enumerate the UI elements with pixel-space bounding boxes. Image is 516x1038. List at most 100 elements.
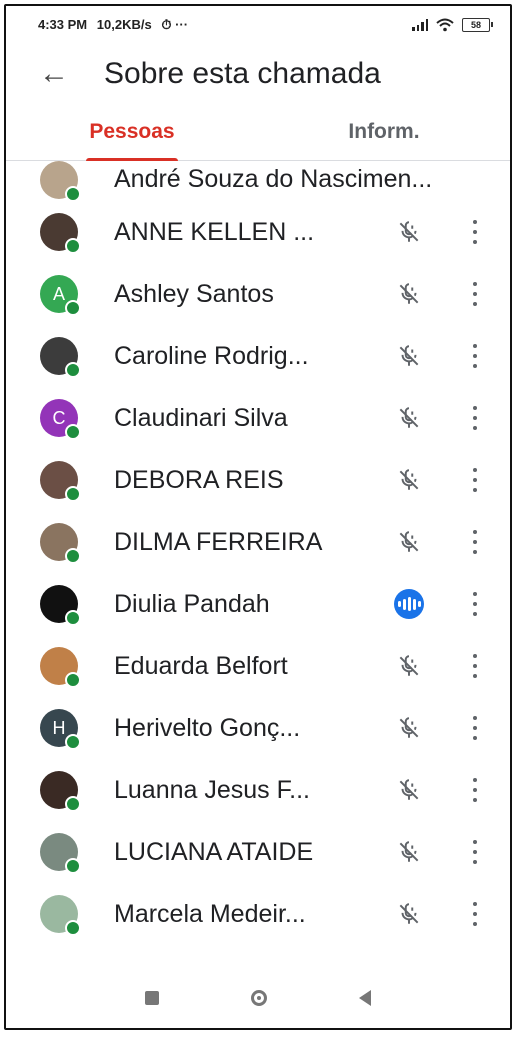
more-options-icon[interactable] [470, 282, 480, 306]
more-options-icon[interactable] [470, 592, 480, 616]
back-triangle-icon[interactable] [359, 990, 371, 1006]
participant-name: DEBORA REIS [114, 465, 284, 494]
participant-name: Luanna Jesus F... [114, 775, 310, 804]
mic-off-icon [396, 405, 422, 431]
more-options-icon[interactable] [470, 468, 480, 492]
avatar [40, 337, 81, 378]
participant-name: Eduarda Belfort [114, 651, 288, 680]
avatar [40, 161, 81, 202]
online-status-dot [65, 734, 81, 750]
mic-off-icon [396, 715, 422, 741]
more-options-icon[interactable] [470, 654, 480, 678]
online-status-dot [65, 186, 81, 202]
signal-icon [412, 19, 428, 31]
avatar-letter: A [52, 283, 65, 304]
avatar: H [40, 709, 81, 750]
participant-row[interactable]: Diulia Pandah [6, 573, 510, 635]
avatar [40, 771, 81, 812]
participant-row[interactable]: Luanna Jesus F... [6, 759, 510, 821]
recents-square-icon[interactable] [145, 991, 159, 1005]
tab-inform[interactable]: Inform. [258, 104, 510, 160]
status-speed: 10,2KB/s [96, 17, 152, 32]
participant-name: André Souza do Nascimen... [114, 165, 433, 193]
wifi-icon [436, 18, 454, 32]
more-options-icon[interactable] [470, 406, 480, 430]
app-bar: ← Sobre esta chamada [6, 44, 510, 104]
more-options-icon[interactable] [470, 530, 480, 554]
participant-name: DILMA FERREIRA [114, 527, 323, 556]
status-right: 58 [412, 18, 493, 32]
participant-row[interactable]: DEBORA REIS [6, 449, 510, 511]
mic-off-icon [396, 839, 422, 865]
participant-row[interactable]: C Claudinari Silva [6, 387, 510, 449]
page-title: Sobre esta chamada [104, 57, 381, 90]
phone-screen: 4:33 PM 10,2KB/s ⏱ ··· 58 ← Sobre esta c… [4, 4, 512, 1030]
speaking-indicator-icon [394, 589, 424, 619]
avatar: C [40, 399, 81, 440]
online-status-dot [65, 548, 81, 564]
participant-row[interactable]: H Herivelto Gonç... [6, 697, 510, 759]
status-extra: ⏱ ··· [161, 17, 189, 32]
status-left: 4:33 PM 10,2KB/s ⏱ ··· [38, 17, 194, 33]
avatar [40, 523, 81, 564]
mic-off-icon [396, 467, 422, 493]
more-options-icon[interactable] [470, 778, 480, 802]
online-status-dot [65, 796, 81, 812]
status-time: 4:33 PM [38, 17, 88, 32]
participant-name: Ashley Santos [114, 279, 274, 308]
mic-off-icon [396, 281, 422, 307]
more-options-icon[interactable] [470, 902, 480, 926]
avatar [40, 833, 81, 874]
avatar [40, 213, 81, 254]
participant-row[interactable]: Caroline Rodrig... [6, 325, 510, 387]
participant-name: Marcela Medeir... [114, 899, 306, 928]
participant-row[interactable]: A Ashley Santos [6, 263, 510, 325]
status-bar: 4:33 PM 10,2KB/s ⏱ ··· 58 [6, 6, 510, 44]
online-status-dot [65, 672, 81, 688]
avatar [40, 585, 81, 626]
participant-name: Diulia Pandah [114, 589, 270, 618]
avatar-letter: C [52, 407, 66, 428]
online-status-dot [65, 362, 81, 378]
avatar [40, 461, 81, 502]
participant-name: LUCIANA ATAIDE [114, 837, 314, 866]
mic-off-icon [396, 343, 422, 369]
online-status-dot [65, 238, 81, 254]
mic-off-icon [396, 777, 422, 803]
mic-off-icon [396, 901, 422, 927]
online-status-dot [65, 424, 81, 440]
online-status-dot [65, 858, 81, 874]
mic-off-icon [396, 653, 422, 679]
participant-row[interactable]: Marcela Medeir... [6, 883, 510, 945]
arrow-left-icon: ← [39, 57, 69, 90]
mic-off-icon [396, 219, 422, 245]
online-status-dot [65, 920, 81, 936]
more-options-icon[interactable] [470, 840, 480, 864]
avatar [40, 647, 81, 688]
back-button[interactable]: ← [6, 59, 86, 89]
battery-icon: 58 [462, 18, 493, 32]
participant-row[interactable]: André Souza do Nascimen... [6, 161, 510, 202]
mic-off-icon [396, 529, 422, 555]
home-circle-icon[interactable] [251, 990, 267, 1006]
online-status-dot [65, 300, 81, 316]
avatar [40, 895, 81, 936]
more-options-icon[interactable] [470, 344, 480, 368]
avatar: A [40, 275, 81, 316]
participant-name: Claudinari Silva [114, 403, 288, 432]
participant-name: Herivelto Gonç... [114, 713, 301, 742]
more-options-icon[interactable] [470, 716, 480, 740]
participant-name: Caroline Rodrig... [114, 341, 309, 370]
participant-name: ANNE KELLEN ... [114, 217, 315, 246]
online-status-dot [65, 610, 81, 626]
participant-row[interactable]: ANNE KELLEN ... [6, 201, 510, 263]
system-nav-bar [6, 968, 510, 1028]
tab-label: Inform. [348, 120, 420, 143]
tab-pessoas[interactable]: Pessoas [6, 104, 258, 161]
participant-row[interactable]: LUCIANA ATAIDE [6, 821, 510, 883]
tab-bar: Pessoas Inform. [6, 104, 510, 161]
participant-row[interactable]: DILMA FERREIRA [6, 511, 510, 573]
online-status-dot [65, 486, 81, 502]
more-options-icon[interactable] [470, 220, 480, 244]
participant-row[interactable]: Eduarda Belfort [6, 635, 510, 697]
